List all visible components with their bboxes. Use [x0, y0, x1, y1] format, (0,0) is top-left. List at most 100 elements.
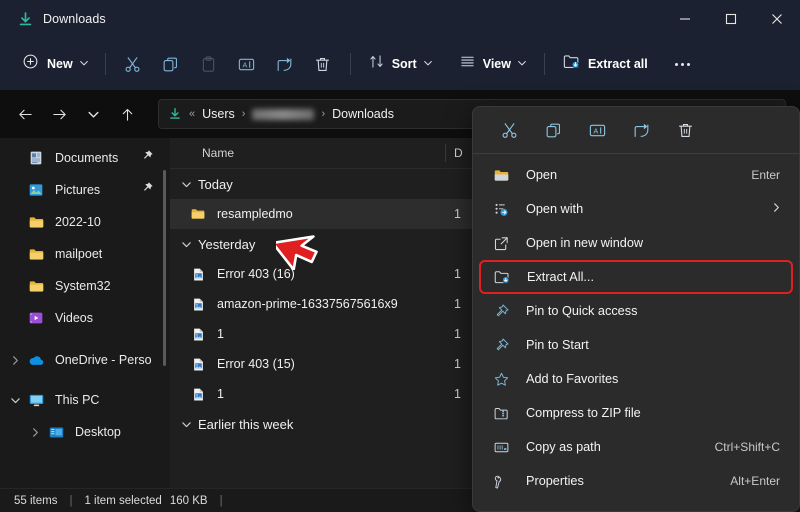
menu-item-compress-to-zip[interactable]: Compress to ZIP file: [473, 396, 799, 430]
extract-icon: [562, 52, 581, 76]
plus-circle-icon: [22, 53, 39, 75]
sidebar-item-documents[interactable]: Documents: [0, 142, 170, 174]
copy-icon[interactable]: [531, 113, 575, 147]
new-button-label: New: [47, 57, 73, 71]
group-label: Earlier this week: [198, 416, 294, 432]
pin-icon[interactable]: [141, 149, 154, 167]
view-icon: [459, 53, 476, 75]
menu-item-extract-all[interactable]: Extract All...: [479, 260, 793, 294]
delete-icon[interactable]: [663, 113, 707, 147]
chevron-down-icon: [423, 55, 433, 73]
more-options-button[interactable]: [663, 48, 703, 80]
title-bar: Downloads: [0, 0, 800, 38]
pictures-icon: [26, 181, 46, 199]
view-button[interactable]: View: [450, 48, 536, 80]
cut-icon[interactable]: [114, 48, 152, 80]
new-button[interactable]: New: [10, 48, 97, 80]
menu-item-label: Pin to Quick access: [526, 304, 638, 318]
menu-item-pin-to-start[interactable]: Pin to Start: [473, 328, 799, 362]
breadcrumb-item-downloads[interactable]: Downloads: [332, 107, 394, 121]
menu-item-open-with[interactable]: Open with: [473, 192, 799, 226]
delete-icon[interactable]: [304, 48, 342, 80]
close-button[interactable]: [754, 0, 800, 38]
paste-icon[interactable]: [190, 48, 228, 80]
extract-all-button[interactable]: Extract all: [553, 48, 657, 80]
svg-text:A: A: [593, 127, 598, 135]
menu-item-open[interactable]: Open Enter: [473, 158, 799, 192]
column-divider[interactable]: [445, 144, 446, 162]
sort-button[interactable]: Sort: [359, 48, 442, 80]
file-name: Error 403 (15): [217, 357, 295, 371]
column-header-name[interactable]: Name: [170, 146, 234, 160]
window-title: Downloads: [43, 12, 106, 26]
pin-icon[interactable]: [141, 181, 154, 199]
sidebar-item-this-pc[interactable]: This PC: [0, 384, 170, 416]
status-item-count: 55 items: [14, 495, 58, 507]
menu-item-accelerator: Ctrl+Shift+C: [714, 440, 780, 454]
window-controls: [662, 0, 800, 38]
status-separator: |: [69, 495, 73, 507]
up-button[interactable]: [112, 99, 142, 129]
toolbar-separator: [104, 53, 106, 75]
rename-icon[interactable]: A: [228, 48, 266, 80]
file-name: 1: [217, 327, 224, 341]
breadcrumb-overflow[interactable]: «: [189, 108, 195, 120]
breadcrumb-separator: ›: [321, 108, 326, 120]
minimize-button[interactable]: [662, 0, 708, 38]
sidebar-item-videos[interactable]: Videos: [0, 302, 170, 334]
svg-text:A: A: [243, 61, 248, 69]
sidebar-item-2022-10[interactable]: 2022-10: [0, 206, 170, 238]
menu-item-open-in-new-window[interactable]: Open in new window: [473, 226, 799, 260]
chevron-down-icon[interactable]: [178, 179, 194, 190]
breadcrumb-item-username-blurred[interactable]: [252, 108, 315, 120]
share-icon[interactable]: [266, 48, 304, 80]
videos-icon: [26, 309, 46, 327]
zip-icon: [490, 403, 512, 423]
menu-item-label: Open: [526, 168, 558, 182]
back-button[interactable]: [10, 99, 40, 129]
folder-icon: [26, 277, 46, 295]
copy-path-icon: [490, 437, 512, 457]
navigation-pane[interactable]: Documents Pictures 2022-10 mailpoet Syst…: [0, 138, 170, 488]
view-button-label: View: [482, 57, 511, 71]
sidebar-item-system32[interactable]: System32: [0, 270, 170, 302]
file-name: amazon-prime-163375675616x9: [217, 297, 398, 311]
menu-item-label: Compress to ZIP file: [526, 406, 641, 420]
chevron-down-icon[interactable]: [178, 419, 194, 430]
ellipsis-icon: [675, 62, 691, 66]
share-icon[interactable]: [619, 113, 663, 147]
extract-icon: [491, 267, 513, 287]
chevron-down-icon[interactable]: [6, 395, 24, 406]
sort-button-label: Sort: [391, 57, 417, 71]
menu-item-copy-as-path[interactable]: Copy as path Ctrl+Shift+C: [473, 430, 799, 464]
sidebar-item-mailpoet[interactable]: mailpoet: [0, 238, 170, 270]
context-menu[interactable]: A Open Enter Open with Open in new windo…: [472, 106, 800, 512]
cut-icon[interactable]: [487, 113, 531, 147]
maximize-button[interactable]: [708, 0, 754, 38]
copy-icon[interactable]: [152, 48, 190, 80]
chevron-down-icon[interactable]: [178, 239, 194, 250]
recent-locations-button[interactable]: [78, 99, 108, 129]
onedrive-icon: [26, 351, 46, 369]
sidebar-item-label: Documents: [55, 151, 119, 165]
menu-item-properties[interactable]: Properties Alt+Enter: [473, 464, 799, 498]
context-menu-divider: [473, 153, 799, 154]
chevron-right-icon[interactable]: [771, 200, 782, 218]
chevron-right-icon[interactable]: [6, 355, 24, 366]
sidebar-item-label: Videos: [55, 311, 93, 325]
rename-icon[interactable]: A: [575, 113, 619, 147]
new-window-icon: [490, 233, 512, 253]
chevron-right-icon[interactable]: [26, 427, 44, 438]
sidebar-item-desktop[interactable]: Desktop: [0, 416, 170, 448]
sidebar-item-onedrive[interactable]: OneDrive - Perso: [0, 344, 170, 376]
menu-item-pin-to-quick-access[interactable]: Pin to Quick access: [473, 294, 799, 328]
toolbar-separator-2: [349, 53, 351, 75]
menu-item-add-to-favorites[interactable]: Add to Favorites: [473, 362, 799, 396]
sidebar-item-pictures[interactable]: Pictures: [0, 174, 170, 206]
menu-item-accelerator: Enter: [751, 168, 780, 182]
column-header-date[interactable]: D: [454, 146, 463, 160]
group-label: Today: [198, 176, 233, 192]
breadcrumb-item-users[interactable]: Users: [202, 107, 235, 121]
forward-button[interactable]: [44, 99, 74, 129]
sidebar-scrollbar[interactable]: [163, 170, 166, 366]
